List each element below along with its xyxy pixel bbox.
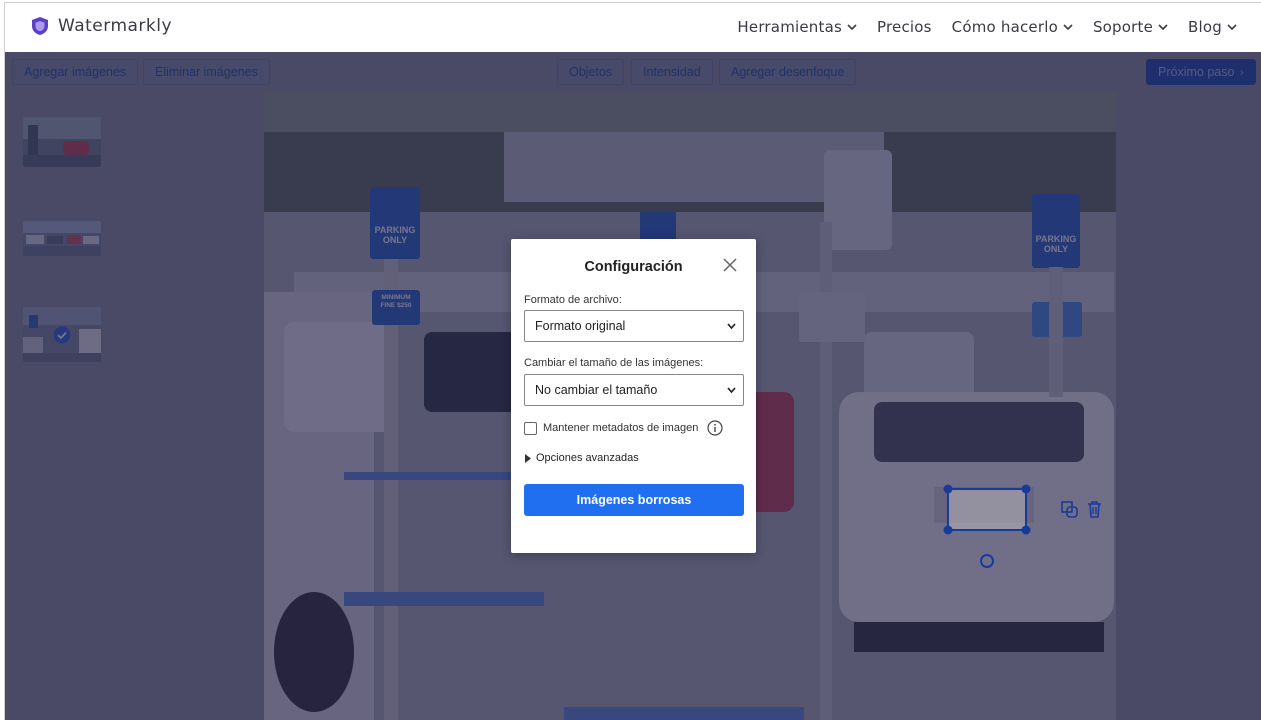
objects-button[interactable]: Objetos	[557, 59, 625, 85]
nav-label: Cómo hacerlo	[951, 18, 1058, 36]
keep-metadata-checkbox[interactable]	[524, 421, 537, 435]
intensity-button[interactable]: Intensidad	[631, 59, 713, 85]
chevron-right-icon	[1241, 69, 1244, 75]
nav-label: Blog	[1188, 18, 1222, 36]
thumbnail-image	[23, 221, 101, 256]
keep-metadata-row: Mantener metadatos de imagen	[524, 420, 723, 436]
chevron-down-icon	[1227, 23, 1237, 30]
sign-minimum-fine: MINIMUM FINE $250	[380, 294, 412, 309]
chevron-down-icon	[847, 23, 857, 30]
close-icon[interactable]	[723, 258, 737, 272]
brand-logo[interactable]: Watermarkly	[31, 16, 172, 36]
chevron-down-icon	[1158, 23, 1168, 30]
add-blur-button[interactable]: Agregar desenfoque	[719, 59, 857, 85]
nav-label: Precios	[877, 18, 932, 36]
editor-toolbar: Agregar imágenes Eliminar imágenes Objet…	[5, 52, 1261, 92]
image-thumbnail[interactable]	[23, 221, 101, 256]
image-thumbnail[interactable]	[23, 117, 101, 167]
advanced-options-toggle[interactable]: Opciones avanzadas	[524, 452, 639, 464]
top-header: Watermarkly Herramientas Precios Cómo ha…	[5, 3, 1261, 52]
dialog-title: Configuración	[584, 259, 683, 275]
blur-selection-box[interactable]	[933, 482, 1043, 582]
blur-images-button[interactable]: Imágenes borrosas	[524, 484, 744, 516]
add-images-button[interactable]: Agregar imágenes	[12, 59, 139, 85]
nav-label: Herramientas	[737, 18, 842, 36]
chevron-down-icon	[727, 323, 736, 330]
settings-dialog: Configuración Formato de archivo: Format…	[511, 239, 756, 553]
checkmark-selected-icon	[53, 326, 71, 344]
nav-precios[interactable]: Precios	[877, 18, 932, 36]
sign-parking-only-right: PARKING ONLY	[1035, 234, 1077, 254]
brand-name: Watermarkly	[58, 16, 173, 36]
shield-logo-icon	[32, 17, 48, 35]
resize-label: Cambiar el tamaño de las imágenes:	[524, 357, 704, 369]
trash-icon[interactable]	[1087, 501, 1102, 518]
thumbnail-image	[23, 117, 101, 167]
remove-images-button[interactable]: Eliminar imágenes	[143, 59, 270, 85]
resize-select[interactable]: No cambiar el tamaño	[524, 374, 744, 406]
next-step-label: Próximo paso	[1158, 65, 1235, 79]
chevron-down-icon	[727, 387, 736, 394]
keep-metadata-label[interactable]: Mantener metadatos de imagen	[543, 422, 698, 434]
duplicate-icon[interactable]	[1061, 501, 1078, 518]
nav-blog[interactable]: Blog	[1188, 18, 1237, 36]
chevron-down-icon	[1063, 23, 1073, 30]
triangle-right-icon	[525, 453, 531, 463]
file-format-value: Formato original	[535, 319, 626, 333]
info-icon[interactable]	[707, 420, 723, 436]
file-format-label: Formato de archivo:	[524, 294, 622, 306]
app-window: Watermarkly Herramientas Precios Cómo ha…	[4, 2, 1261, 720]
nav-soporte[interactable]: Soporte	[1093, 18, 1168, 36]
advanced-options-label: Opciones avanzadas	[536, 452, 639, 464]
resize-value: No cambiar el tamaño	[535, 383, 658, 397]
next-step-button[interactable]: Próximo paso	[1146, 59, 1256, 85]
nav-label: Soporte	[1092, 18, 1154, 36]
main-nav: Herramientas Precios Cómo hacerlo Soport…	[737, 18, 1237, 36]
file-format-select[interactable]: Formato original	[524, 310, 744, 342]
image-thumbnail-selected[interactable]	[23, 307, 101, 362]
nav-herramientas[interactable]: Herramientas	[737, 18, 857, 36]
sign-parking-only-left: PARKING ONLY	[374, 225, 416, 245]
nav-como-hacerlo[interactable]: Cómo hacerlo	[952, 18, 1073, 36]
